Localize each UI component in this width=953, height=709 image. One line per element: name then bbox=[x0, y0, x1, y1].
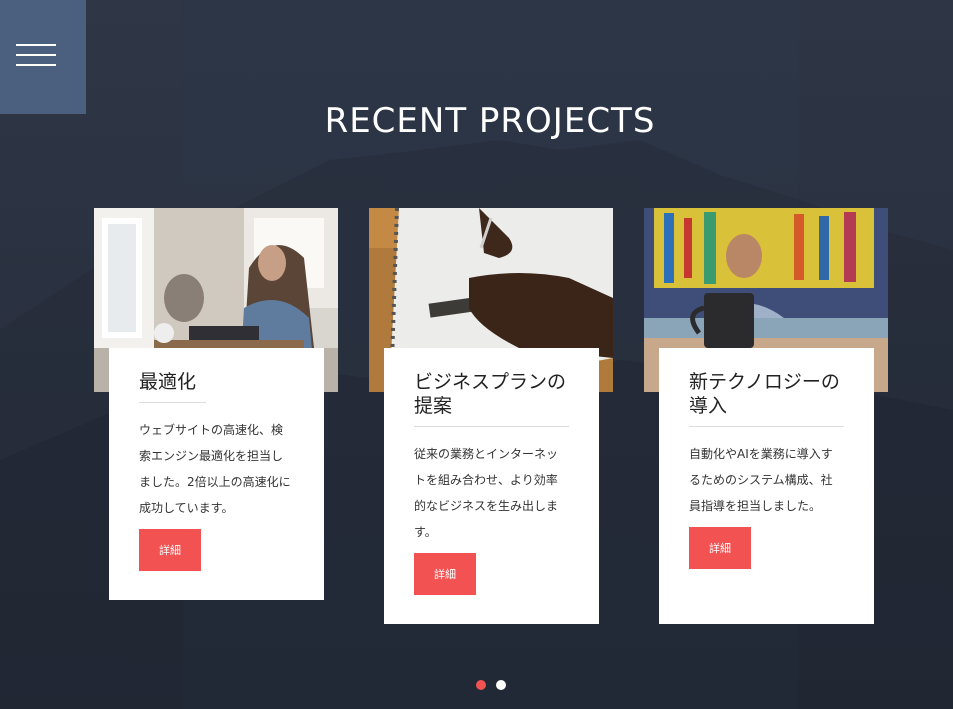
project-description: 従来の業務とインターネットを組み合わせ、より効率的なビジネスを生み出します。 bbox=[414, 447, 559, 539]
project-description: ウェブサイトの高速化、検索エンジン最適化を担当しました。2倍以上の高速化に成功し… bbox=[139, 423, 291, 515]
menu-button[interactable] bbox=[0, 0, 86, 114]
details-button[interactable]: 詳細 bbox=[414, 553, 476, 595]
recent-projects-section: RECENT PROJECTS 最適化 ウェブサイトの高速化、検索エンジン最適化… bbox=[0, 0, 953, 709]
project-description: 自動化やAIを業務に導入するためのシステム構成、社員指導を担当しました。 bbox=[689, 447, 833, 513]
hamburger-menu-icon-line bbox=[16, 54, 56, 56]
details-button[interactable]: 詳細 bbox=[689, 527, 751, 569]
carousel-dot[interactable] bbox=[496, 680, 506, 690]
title-divider bbox=[689, 426, 844, 427]
carousel-dot-active[interactable] bbox=[476, 680, 486, 690]
project-card-body: 新テクノロジーの導入 自動化やAIを業務に導入するためのシステム構成、社員指導を… bbox=[659, 348, 874, 624]
hamburger-menu-icon-line bbox=[16, 44, 56, 46]
project-title: 最適化 bbox=[139, 371, 197, 393]
hamburger-menu-icon-line bbox=[16, 64, 56, 66]
project-card-body: ビジネスプランの提案 従来の業務とインターネットを組み合わせ、より効率的なビジネ… bbox=[384, 348, 599, 624]
title-divider bbox=[139, 402, 206, 403]
project-card-body: 最適化 ウェブサイトの高速化、検索エンジン最適化を担当しました。2倍以上の高速化… bbox=[109, 348, 324, 600]
project-title: ビジネスプランの提案 bbox=[414, 371, 567, 417]
details-button[interactable]: 詳細 bbox=[139, 529, 201, 571]
project-title: 新テクノロジーの導入 bbox=[689, 371, 840, 417]
section-title: RECENT PROJECTS bbox=[324, 101, 656, 141]
title-divider bbox=[414, 426, 569, 427]
